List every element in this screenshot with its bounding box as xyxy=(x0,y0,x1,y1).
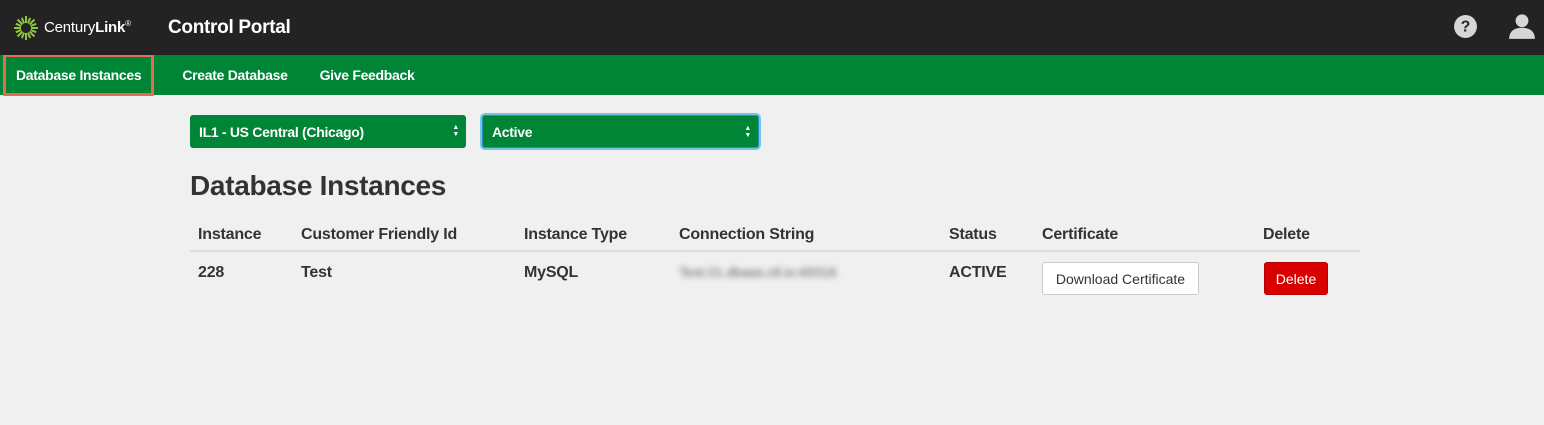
centurylink-logo-icon xyxy=(14,15,38,40)
page-title: Database Instances xyxy=(190,170,447,201)
instance-type-cell: MySQL xyxy=(524,264,579,281)
help-icon[interactable]: ? xyxy=(1453,14,1478,39)
top-bar: CenturyLink® Control Portal ? xyxy=(0,0,1544,55)
column-header: Status xyxy=(949,226,997,243)
svg-text:?: ? xyxy=(1461,18,1471,35)
delete-button[interactable]: Delete xyxy=(1264,262,1328,295)
nav-bar: Database Instances Create Database Give … xyxy=(0,54,1544,96)
column-header: Instance xyxy=(198,226,262,243)
connection-string-cell: Test.01.dbaas.ctl.io:49316 xyxy=(671,264,941,282)
portal-title[interactable]: Control Portal xyxy=(168,17,291,39)
connection-string-blurred: Test.01.dbaas.ctl.io:49316 xyxy=(679,264,837,280)
delete-cell: Delete xyxy=(1255,262,1360,295)
column-header: Connection String xyxy=(679,226,815,243)
status-cell: ACTIVE xyxy=(949,264,1007,281)
select-caret-icon: ▲ ▼ xyxy=(452,124,459,138)
download-certificate-button[interactable]: Download Certificate xyxy=(1042,262,1199,295)
table-row: 228 Test MySQL Test.01.dbaas.ctl.io:4931… xyxy=(190,252,1360,302)
certificate-cell: Download Certificate xyxy=(1034,262,1255,295)
instance-cell: 228 xyxy=(198,264,225,281)
select-caret-icon: ▲ ▼ xyxy=(744,125,751,139)
nav-item-give-feedback[interactable]: Give Feedback xyxy=(304,55,431,95)
status-select-value: Active xyxy=(492,123,533,140)
column-header: Certificate xyxy=(1042,226,1119,243)
instances-table: Instance Customer Friendly Id Instance T… xyxy=(190,220,1360,302)
friendly-id-cell: Test xyxy=(301,264,332,281)
location-select[interactable]: IL1 - US Central (Chicago) ▲ ▼ xyxy=(190,115,466,148)
nav-item-create-database[interactable]: Create Database xyxy=(166,55,303,95)
column-header: Delete xyxy=(1263,226,1310,243)
logo-text: CenturyLink® xyxy=(44,19,131,36)
user-icon[interactable] xyxy=(1508,12,1536,40)
column-header: Instance Type xyxy=(524,226,627,243)
column-header: Customer Friendly Id xyxy=(301,226,458,243)
table-header: Instance Customer Friendly Id Instance T… xyxy=(190,220,1360,252)
nav-item-database-instances[interactable]: Database Instances xyxy=(3,54,155,96)
location-select-value: IL1 - US Central (Chicago) xyxy=(199,123,364,140)
status-select[interactable]: Active ▲ ▼ xyxy=(482,115,759,148)
centurylink-logo[interactable]: CenturyLink® xyxy=(13,15,168,41)
